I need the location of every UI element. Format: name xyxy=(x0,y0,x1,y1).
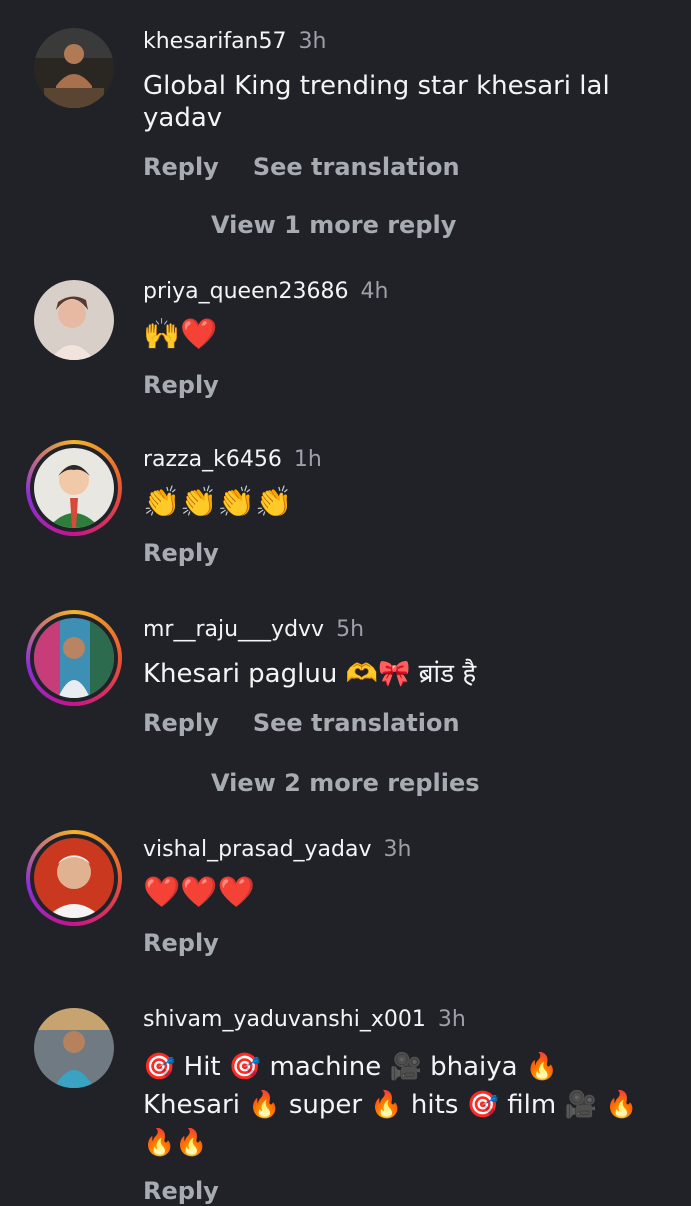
profile-photo-icon xyxy=(34,280,114,360)
view-more-replies-button[interactable]: View 2 more replies xyxy=(211,768,480,798)
avatar[interactable] xyxy=(34,280,114,360)
timestamp: 3h xyxy=(437,1007,466,1032)
see-translation-button[interactable]: See translation xyxy=(253,153,460,181)
profile-photo-icon xyxy=(34,448,114,528)
reply-button[interactable]: Reply xyxy=(143,929,219,957)
profile-photo-icon xyxy=(34,28,114,108)
username[interactable]: khesarifan57 xyxy=(143,29,286,54)
comment-text: ❤️❤️❤️ xyxy=(143,875,256,910)
timestamp: 3h xyxy=(383,837,412,862)
comment-actions: Reply See translation xyxy=(143,708,661,738)
comment-text: Khesari pagluu 🫶🎀 ब्रांड है xyxy=(143,659,477,689)
comment-text: 🎯 Hit 🎯 machine 🎥 bhaiya 🔥 Khesari 🔥 sup… xyxy=(143,1052,638,1158)
avatar-with-story-ring[interactable] xyxy=(26,440,122,536)
profile-photo-icon xyxy=(34,1008,114,1088)
profile-photo-icon xyxy=(34,838,114,918)
reply-button[interactable]: Reply xyxy=(143,539,219,567)
timestamp: 3h xyxy=(298,29,327,54)
reply-button[interactable]: Reply xyxy=(143,1177,219,1205)
timestamp: 5h xyxy=(336,617,365,642)
comment-header: vishal_prasad_yadav 3h xyxy=(143,836,661,864)
comment-header: priya_queen23686 4h xyxy=(143,278,661,306)
username[interactable]: shivam_yaduvanshi_x001 xyxy=(143,1007,426,1032)
avatar[interactable] xyxy=(34,1008,114,1088)
comment-actions: Reply xyxy=(143,1176,661,1206)
avatar-with-story-ring[interactable] xyxy=(26,830,122,926)
comment-actions: Reply See translation xyxy=(143,152,661,182)
comment-text: Global King trending star khesari lal ya… xyxy=(143,71,610,133)
comment-actions: Reply xyxy=(143,370,661,400)
comment-actions: Reply xyxy=(143,538,661,568)
username[interactable]: mr__raju___ydvv xyxy=(143,617,324,642)
timestamp: 4h xyxy=(360,279,389,304)
timestamp: 1h xyxy=(293,447,322,472)
comment-text: 🙌❤️ xyxy=(143,317,218,352)
comment-header: khesarifan57 3h xyxy=(143,28,661,56)
comment-text: 👏👏👏👏 xyxy=(143,485,293,520)
profile-photo-icon xyxy=(34,618,114,698)
reply-button[interactable]: Reply xyxy=(143,153,219,181)
username[interactable]: razza_k6456 xyxy=(143,447,282,472)
comment-header: mr__raju___ydvv 5h xyxy=(143,616,661,644)
username[interactable]: vishal_prasad_yadav xyxy=(143,837,372,862)
avatar[interactable] xyxy=(34,28,114,108)
comment-header: shivam_yaduvanshi_x001 3h xyxy=(143,1006,661,1034)
comment-header: razza_k6456 1h xyxy=(143,446,661,474)
reply-button[interactable]: Reply xyxy=(143,371,219,399)
username[interactable]: priya_queen23686 xyxy=(143,279,349,304)
reply-button[interactable]: Reply xyxy=(143,709,219,737)
view-more-replies-button[interactable]: View 1 more reply xyxy=(211,210,456,240)
comment-actions: Reply xyxy=(143,928,661,958)
see-translation-button[interactable]: See translation xyxy=(253,709,460,737)
avatar-with-story-ring[interactable] xyxy=(26,610,122,706)
